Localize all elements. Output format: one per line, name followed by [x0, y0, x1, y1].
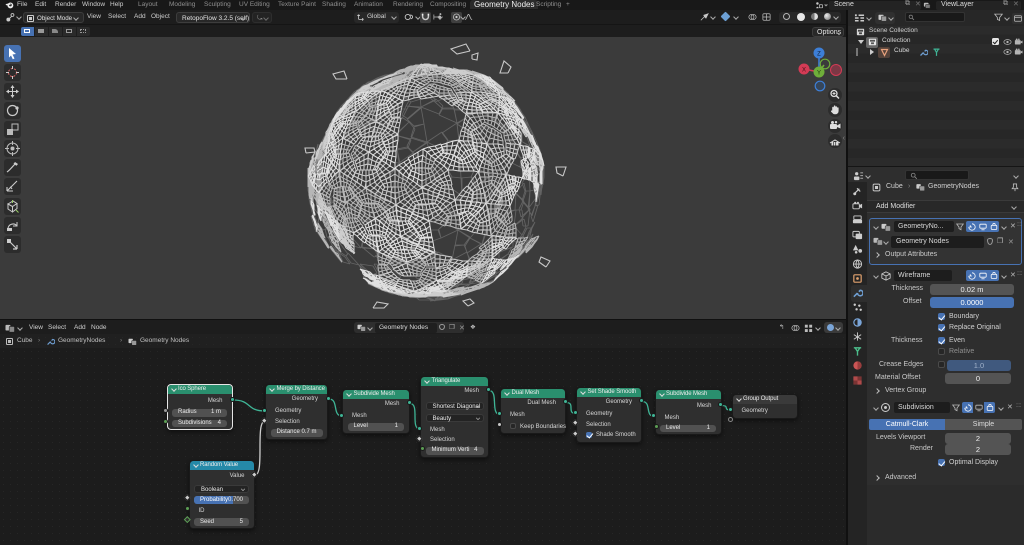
svg-text:X: X — [802, 68, 806, 74]
svg-text:Z: Z — [817, 52, 821, 58]
svg-text:Y: Y — [817, 71, 821, 77]
